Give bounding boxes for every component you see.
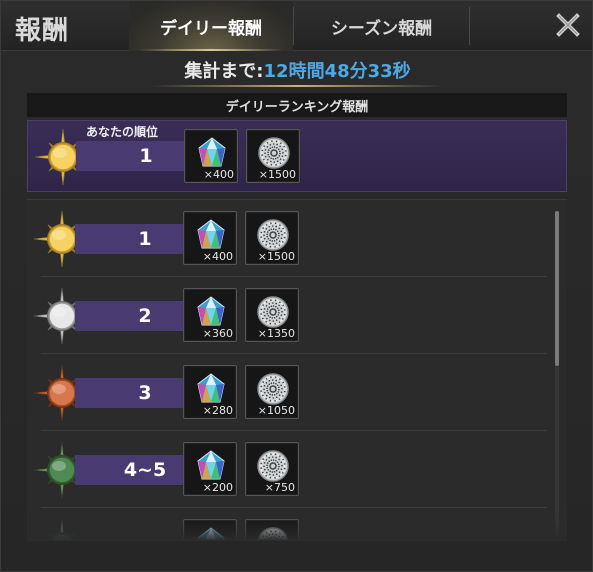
reward-quantity: ×1500: [258, 168, 296, 181]
my-rank-label: あなたの順位: [86, 125, 159, 139]
reward-item-coin[interactable]: ×1500: [246, 129, 300, 183]
reward-quantity: ×400: [202, 250, 233, 263]
reward-quantity: ×1350: [257, 327, 295, 340]
header-bar: 報酬 デイリー報酬 シーズン報酬: [1, 1, 592, 51]
reward-quantity: ×1500: [257, 250, 295, 263]
ranking-header: デイリーランキング報酬: [27, 93, 567, 117]
countdown-timer: 集計まで:12時間48分33秒: [1, 57, 592, 83]
tab-season-rewards[interactable]: シーズン報酬: [294, 1, 469, 51]
my-rank-box: あなたの順位 1 ×400 ×1500: [27, 120, 567, 192]
list-item: 2 ×360 ×1350: [27, 277, 547, 354]
my-rank-number: 1: [139, 145, 153, 167]
reward-quantity: ×750: [264, 481, 295, 494]
rank-number: 4~5: [123, 459, 167, 481]
scrollbar-thumb[interactable]: [555, 211, 559, 366]
reward-item-crystal[interactable]: ×360: [183, 288, 237, 342]
reward-quantity: ×200: [202, 481, 233, 494]
reward-panel: 報酬 デイリー報酬 シーズン報酬 集計まで:12時間48分33秒 デイリーランキ…: [0, 0, 593, 572]
silver-coin-icon: [257, 450, 289, 482]
reward-quantity: ×1050: [257, 404, 295, 417]
crystal-icon: [197, 296, 225, 326]
crystal-icon: [197, 450, 225, 480]
crystal-icon: [198, 137, 226, 167]
silver-coin-icon: [257, 373, 289, 405]
silver-coin-icon: [257, 296, 289, 328]
silver-coin-icon: [257, 219, 289, 251]
reward-quantity: ×400: [203, 168, 234, 181]
silver-coin-icon: [258, 137, 290, 169]
reward-quantity: ×280: [202, 404, 233, 417]
timer-label: 集計まで:: [184, 61, 264, 82]
tab-divider: [469, 7, 470, 45]
reward-item-crystal[interactable]: ×280: [183, 365, 237, 419]
reward-item-coin[interactable]: ×1500: [245, 211, 299, 265]
rank-number: 2: [138, 305, 152, 327]
crystal-icon: [197, 373, 225, 403]
reward-item-crystal[interactable]: ×400: [184, 129, 238, 183]
close-button[interactable]: [554, 11, 582, 39]
reward-item-coin[interactable]: ×750: [245, 442, 299, 496]
crystal-icon: [197, 219, 225, 249]
reward-item-crystal[interactable]: ×200: [183, 442, 237, 496]
ranking-list[interactable]: 1 ×400 ×1500 2 ×360 ×1350 3 ×280 ×1050 4…: [27, 199, 567, 541]
tab-daily-rewards[interactable]: デイリー報酬: [129, 1, 293, 51]
reward-item-coin[interactable]: ×1050: [245, 365, 299, 419]
timer-underline: [151, 85, 444, 87]
timer-value: 12時間48分33秒: [263, 61, 411, 82]
list-item: 4~5 ×200 ×750: [27, 431, 547, 508]
list-item: 3 ×280 ×1050: [27, 354, 547, 431]
rank-number: 1: [138, 228, 152, 250]
list-item: 1 ×400 ×1500: [27, 200, 547, 277]
panel-title: 報酬: [15, 16, 70, 46]
close-icon: [556, 13, 580, 37]
rank-number: 3: [138, 382, 152, 404]
reward-quantity: ×360: [202, 327, 233, 340]
reward-item-crystal[interactable]: ×400: [183, 211, 237, 265]
reward-item-coin[interactable]: ×1350: [245, 288, 299, 342]
list-bottom-fade: [27, 516, 567, 541]
